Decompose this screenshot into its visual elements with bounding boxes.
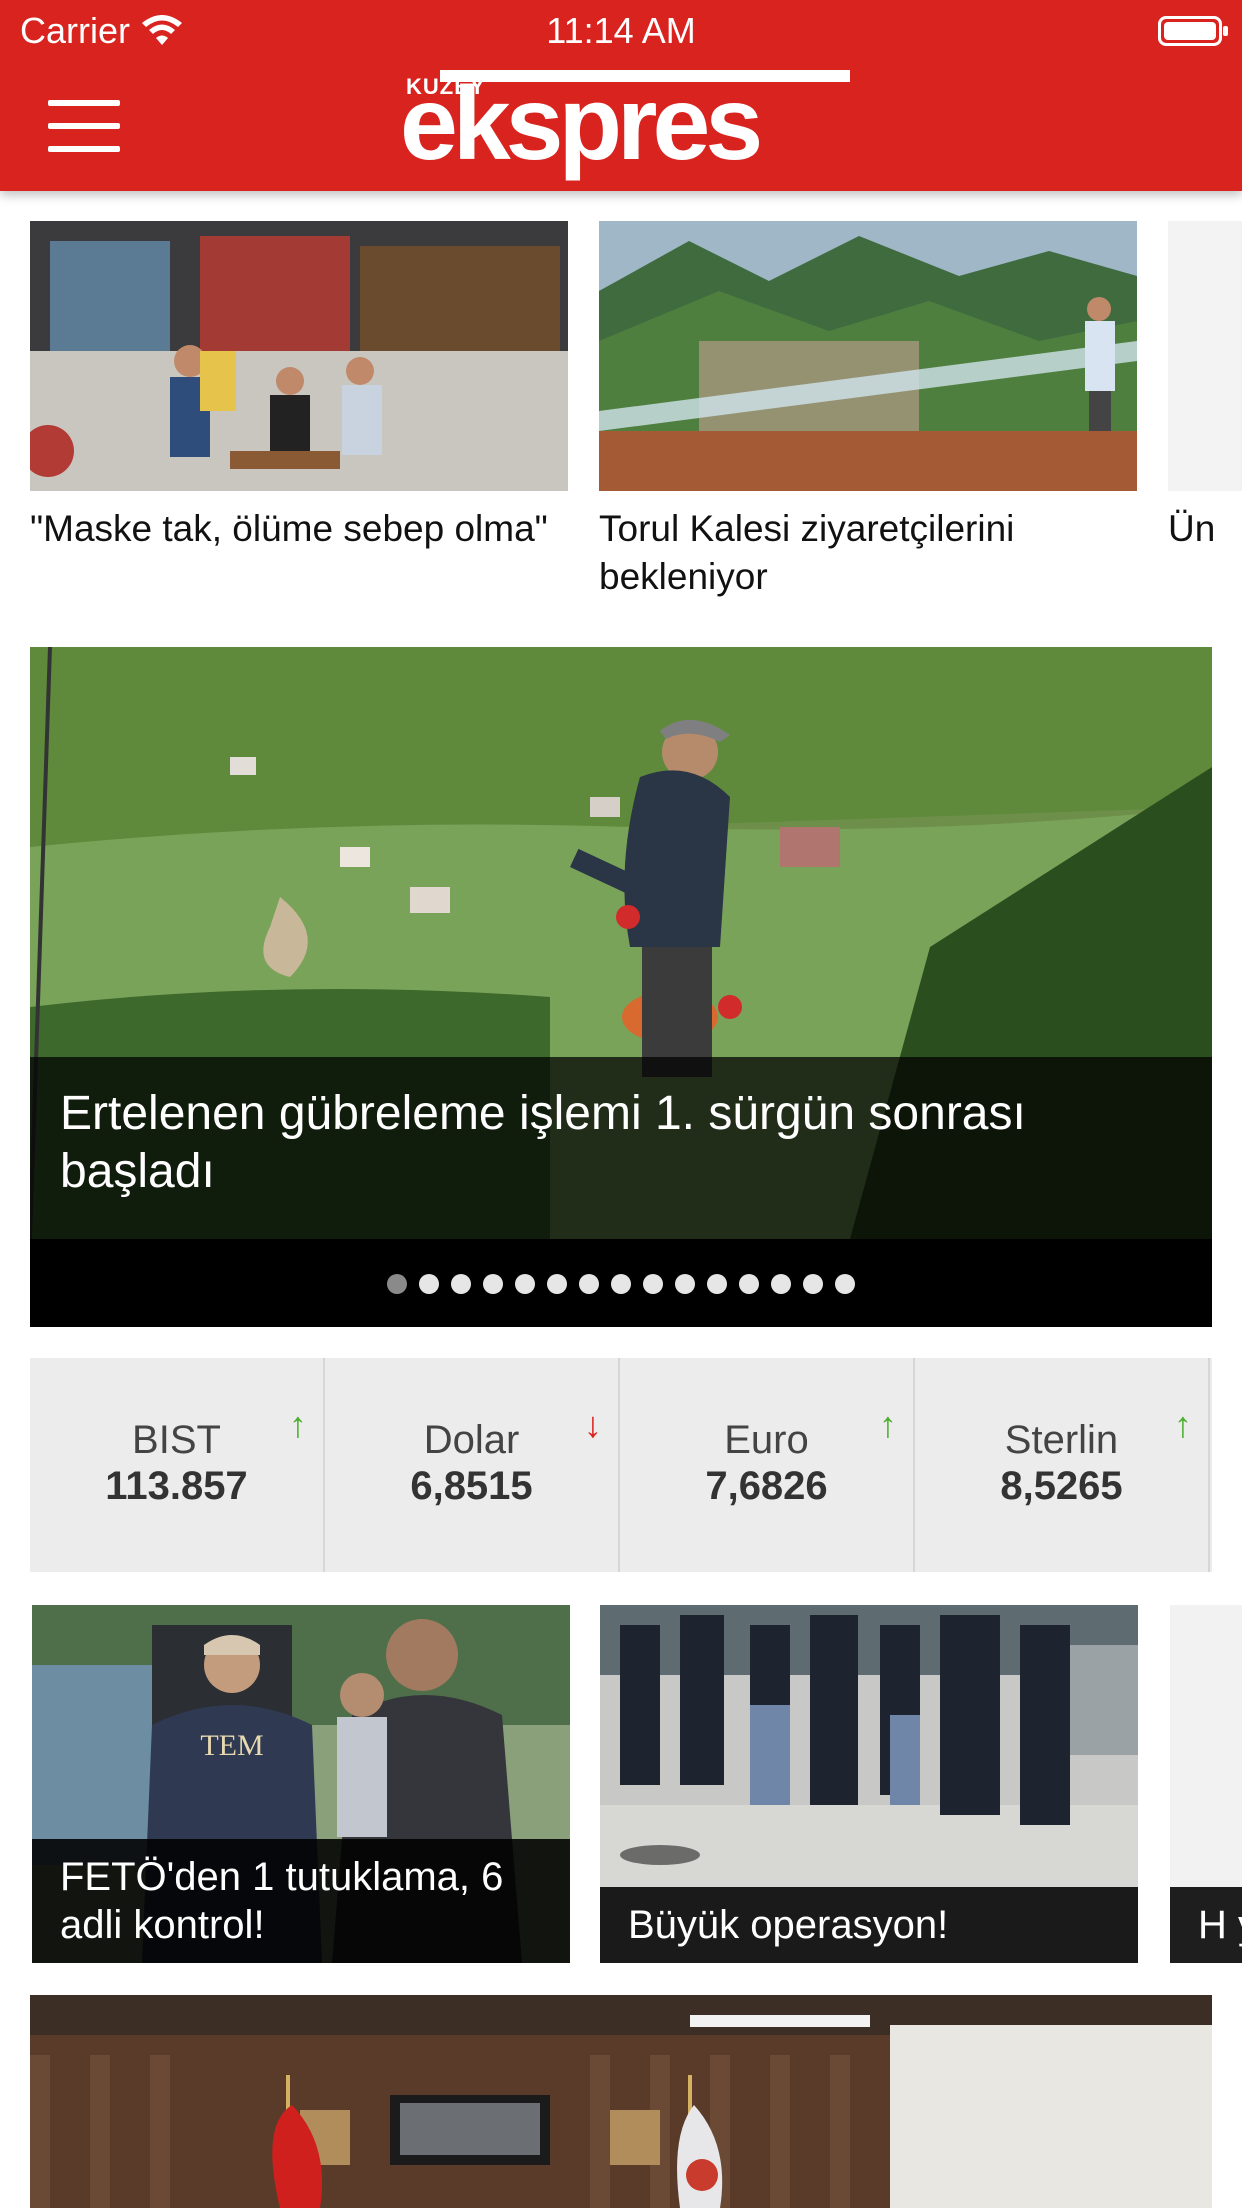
news-card[interactable]: TEM FETÖ'den 1 tutuklama, 6 adli kontrol… <box>32 1605 570 1963</box>
battery-icon <box>1158 16 1228 46</box>
currency-item-sterlin[interactable]: ↑ Sterlin 8,5265 <box>915 1358 1210 1572</box>
pagination-dot[interactable] <box>483 1274 503 1294</box>
currency-item-bist[interactable]: ↑ BIST 113.857 <box>30 1358 325 1572</box>
news-title[interactable]: "Maske tak, ölüme sebep olma" <box>30 505 568 553</box>
currency-name: Sterlin <box>1004 1418 1119 1462</box>
top-news-carousel[interactable]: "Maske tak, ölüme sebep olma" Torul Kale… <box>30 221 1242 601</box>
news-card[interactable]: Torul Kalesi ziyaretçilerini bekleniyor <box>599 221 1137 601</box>
news-large-image[interactable] <box>30 1995 1212 2208</box>
featured-title[interactable]: Ertelenen gübreleme işlemi 1. sürgün son… <box>60 1087 1026 1198</box>
news-card[interactable]: Büyük operasyon! <box>600 1605 1138 1963</box>
news-title[interactable]: Ün <box>1168 505 1242 553</box>
pagination-dot[interactable] <box>739 1274 759 1294</box>
pagination-dot[interactable] <box>579 1274 599 1294</box>
pagination-dot[interactable] <box>451 1274 471 1294</box>
status-time: 11:14 AM <box>546 10 696 51</box>
pagination-dot[interactable] <box>771 1274 791 1294</box>
currency-name: Euro <box>724 1418 809 1462</box>
pagination-dot[interactable] <box>803 1274 823 1294</box>
currency-item-euro[interactable]: ↑ Euro 7,6826 <box>620 1358 915 1572</box>
lower-news-carousel[interactable]: TEM FETÖ'den 1 tutuklama, 6 adli kontrol… <box>32 1605 1242 1965</box>
news-image <box>599 221 1137 491</box>
slider-pagination[interactable] <box>0 1274 1242 1294</box>
news-image <box>30 221 568 491</box>
app-logo: KUZEY ekspres <box>400 68 850 182</box>
currency-value: 6,8515 <box>410 1464 533 1508</box>
currency-name: BIST <box>132 1418 221 1462</box>
news-title[interactable]: FETÖ'den 1 tutuklama, 6 adli kontrol! <box>32 1839 570 1963</box>
tem-badge-text: TEM <box>200 1729 263 1762</box>
news-title[interactable]: Torul Kalesi ziyaretçilerini bekleniyor <box>599 505 1137 601</box>
pagination-dot[interactable] <box>643 1274 663 1294</box>
news-card[interactable]: Ün <box>1168 221 1242 553</box>
currency-ticker: ↑ BIST 113.857 ↓ Dolar 6,8515 ↑ Euro 7,6… <box>30 1358 1212 1572</box>
currency-value: 7,6826 <box>705 1464 828 1508</box>
news-card[interactable]: H y <box>1170 1605 1242 1963</box>
pagination-dot[interactable] <box>515 1274 535 1294</box>
pagination-dot[interactable] <box>611 1274 631 1294</box>
featured-caption[interactable]: Ertelenen gübreleme işlemi 1. sürgün son… <box>30 1057 1212 1239</box>
pagination-dot[interactable] <box>387 1274 407 1294</box>
app-header: Carrier 11:14 AM KUZEY ekspres <box>0 0 1242 191</box>
pagination-dot[interactable] <box>835 1274 855 1294</box>
menu-icon[interactable] <box>48 100 120 152</box>
featured-slider[interactable]: Ertelenen gübreleme işlemi 1. sürgün son… <box>30 647 1212 1327</box>
logo-text: ekspres <box>400 66 763 182</box>
pagination-dot[interactable] <box>419 1274 439 1294</box>
news-title[interactable]: Büyük operasyon! <box>600 1887 1138 1963</box>
news-card[interactable]: "Maske tak, ölüme sebep olma" <box>30 221 568 553</box>
news-image <box>1168 221 1242 491</box>
news-title[interactable]: H y <box>1170 1887 1242 1963</box>
pagination-dot[interactable] <box>675 1274 695 1294</box>
currency-value: 8,5265 <box>1000 1464 1123 1508</box>
currency-value: 113.857 <box>105 1464 248 1508</box>
currency-name: Dolar <box>423 1418 520 1462</box>
pagination-dot[interactable] <box>547 1274 567 1294</box>
currency-item-dolar[interactable]: ↓ Dolar 6,8515 <box>325 1358 620 1572</box>
pagination-dot[interactable] <box>707 1274 727 1294</box>
